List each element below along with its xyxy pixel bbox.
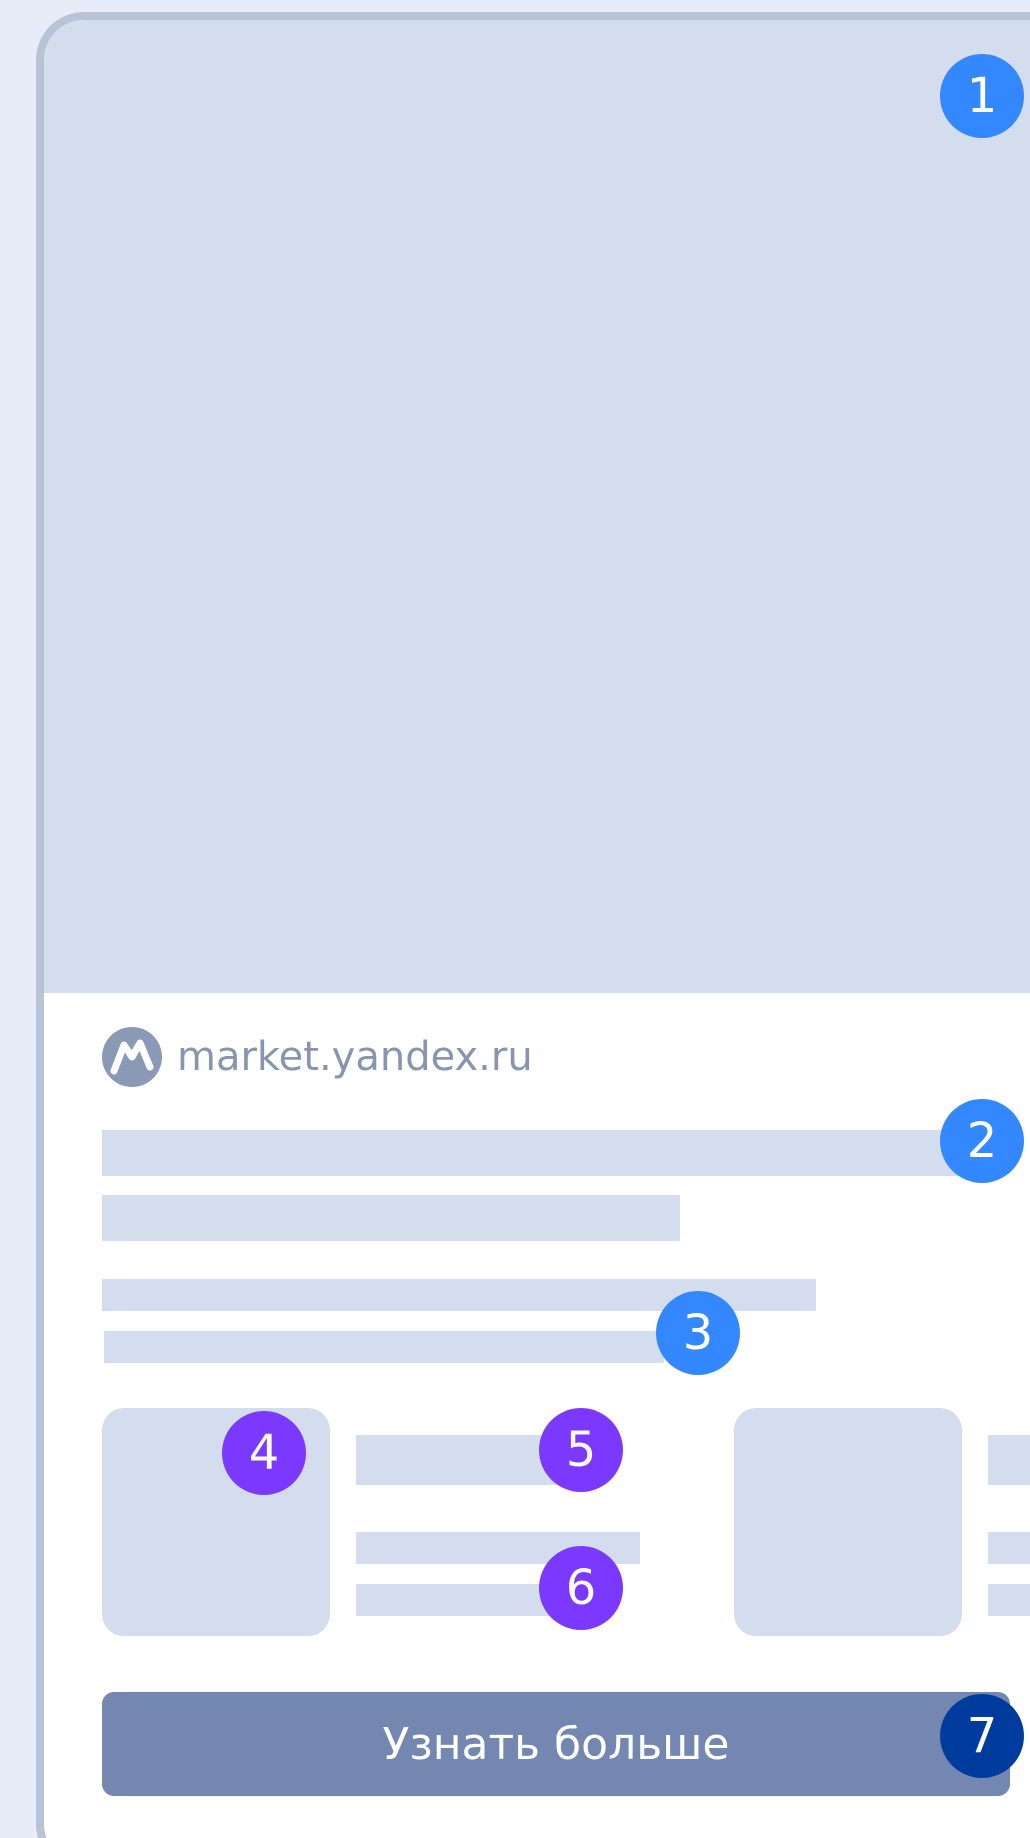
product-2-price-placeholder: [988, 1532, 1030, 1564]
title-line-2-placeholder: [102, 1195, 680, 1241]
ad-card: market.yandex.ru Узнать больше: [36, 12, 1030, 1838]
title-line-1-placeholder: [102, 1130, 1002, 1176]
product-2-title-placeholder: [988, 1435, 1030, 1485]
learn-more-button[interactable]: Узнать больше: [102, 1692, 1010, 1796]
ad-preview-page: market.yandex.ru Узнать больше 1 2 3 4 5…: [0, 0, 1030, 1838]
marker-badge-6: 6: [539, 1546, 623, 1630]
marker-badge-4: 4: [222, 1411, 306, 1495]
domain-label[interactable]: market.yandex.ru: [177, 1026, 533, 1088]
product-2-oldprice-placeholder: [988, 1584, 1030, 1616]
market-logo-icon: [102, 1027, 162, 1087]
marker-badge-5: 5: [539, 1408, 623, 1492]
marker-badge-1: 1: [940, 54, 1024, 138]
marker-badge-3: 3: [656, 1291, 740, 1375]
product-1-oldprice-placeholder: [356, 1584, 556, 1616]
marker-badge-7: 7: [940, 1694, 1024, 1778]
product-2-image-placeholder: [734, 1408, 962, 1636]
domain-row: market.yandex.ru: [102, 1026, 533, 1088]
hero-image-placeholder: [44, 20, 1030, 993]
marker-badge-2: 2: [940, 1099, 1024, 1183]
product-1-title-placeholder: [356, 1435, 556, 1485]
description-line-2-placeholder: [104, 1331, 664, 1363]
